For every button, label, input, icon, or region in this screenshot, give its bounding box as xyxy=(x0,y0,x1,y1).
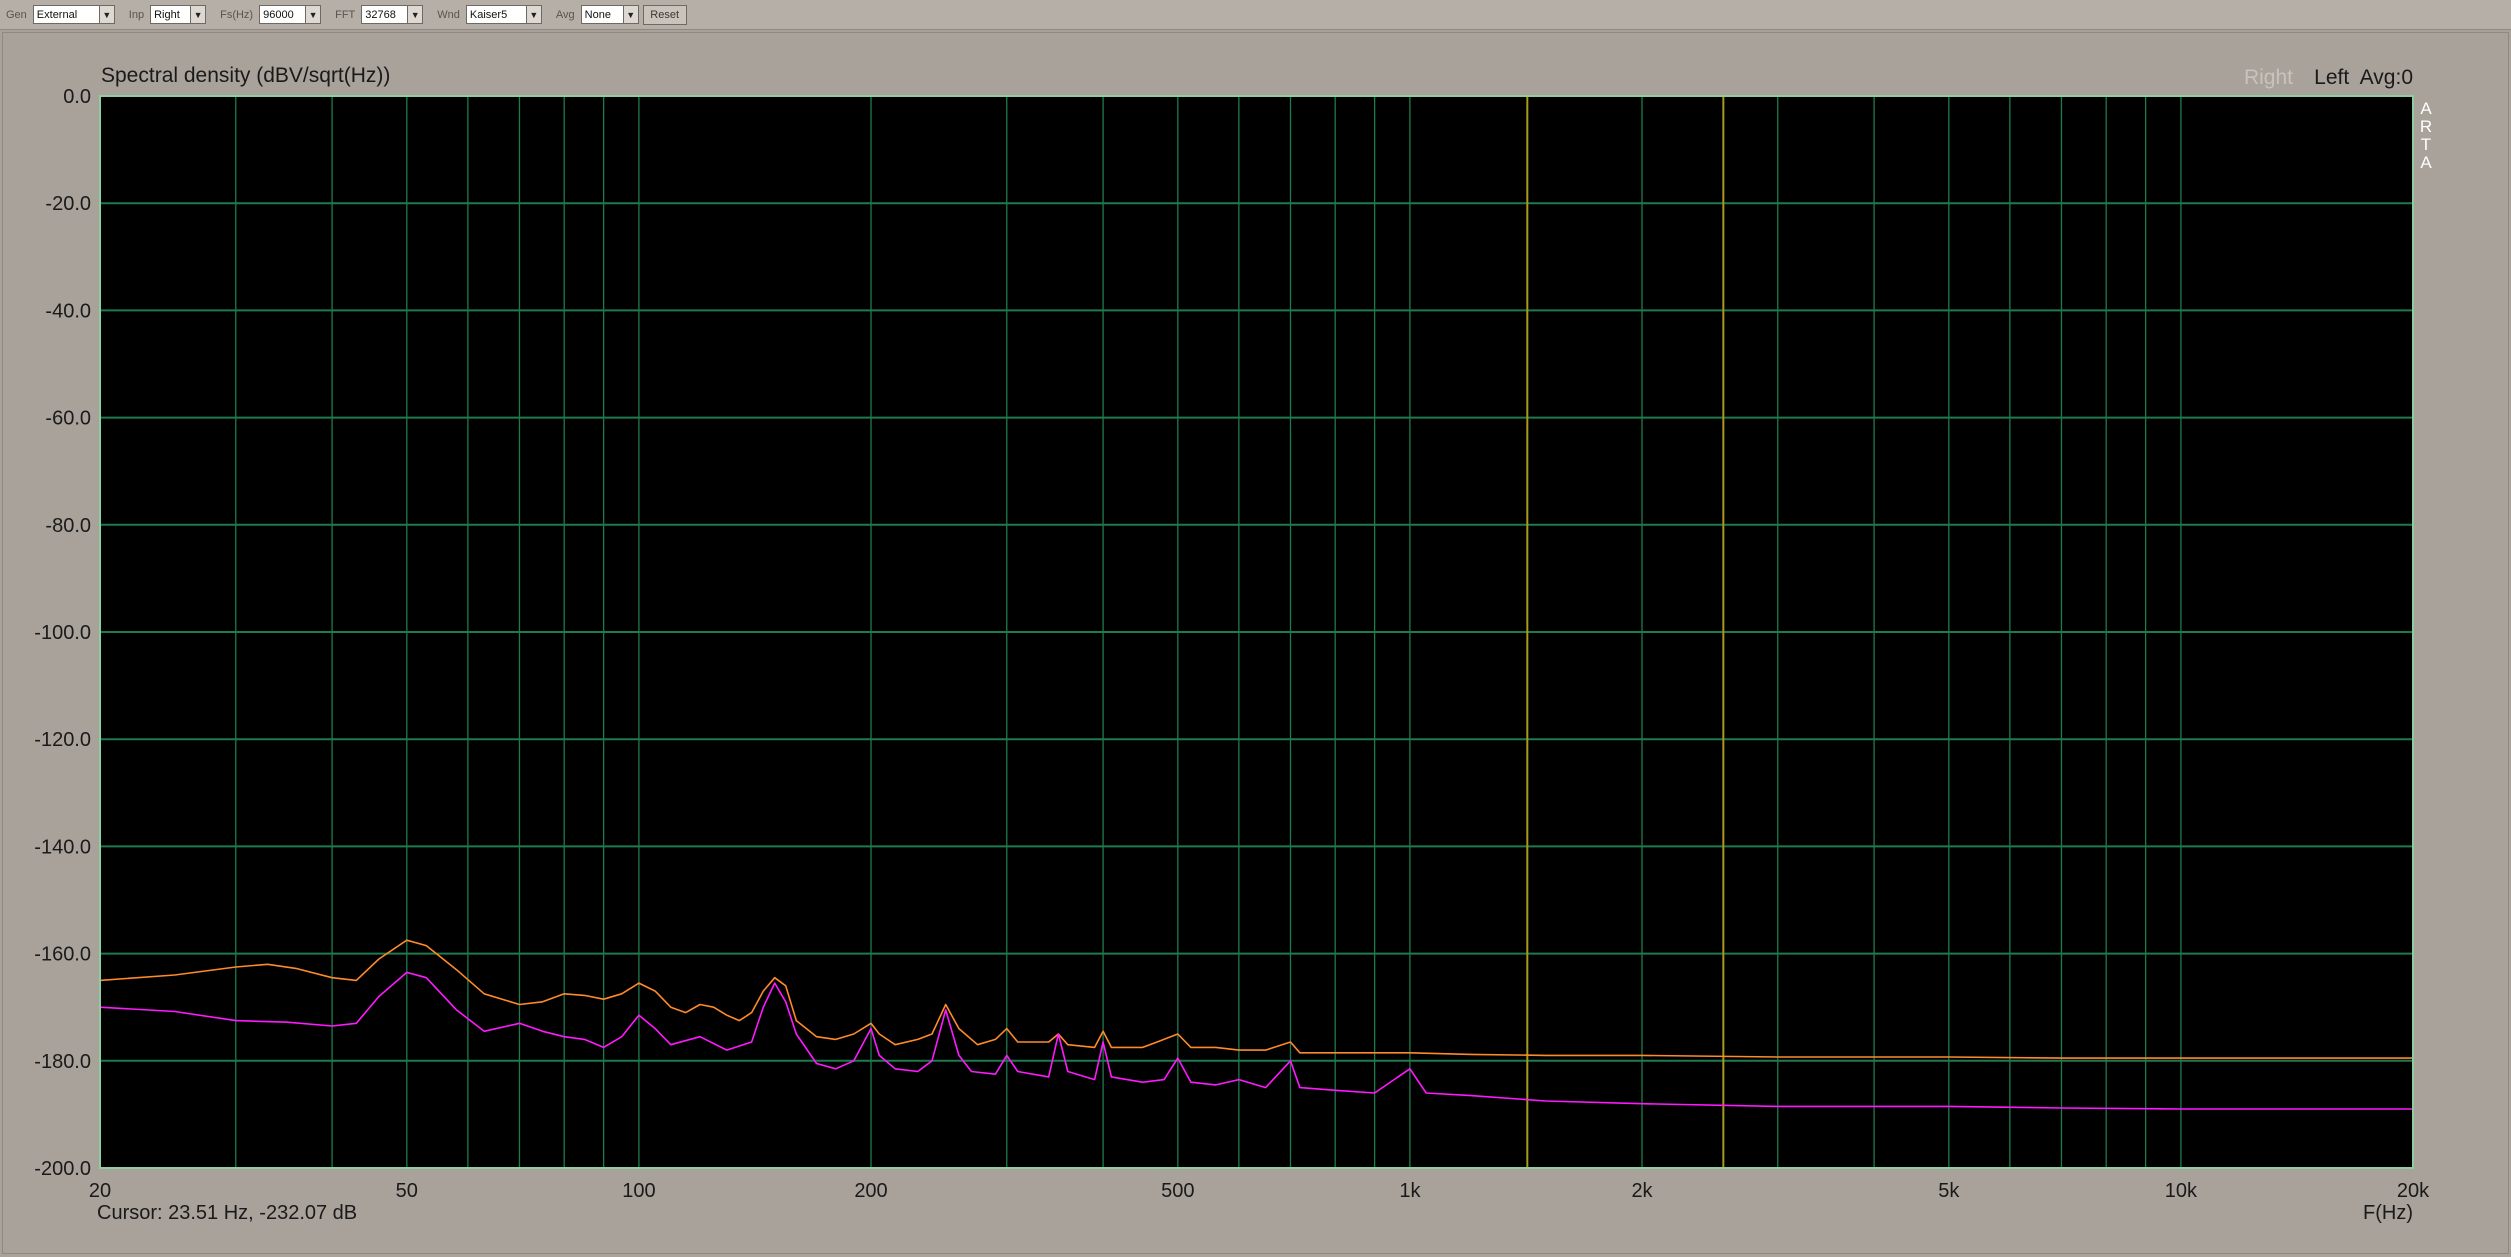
channel-info: Left Avg:0 xyxy=(2314,66,2413,89)
chart-title: Spectral density (dBV/sqrt(Hz)) xyxy=(101,64,390,87)
x-tick-label: 50 xyxy=(396,1180,418,1202)
x-tick-label: 20 xyxy=(89,1180,111,1202)
x-axis-label: F(Hz) xyxy=(2363,1202,2413,1224)
arta-letter: R xyxy=(2420,117,2432,136)
y-tick-label: -180.0 xyxy=(34,1051,91,1073)
x-tick-label: 1k xyxy=(1399,1180,1421,1202)
y-tick-label: -20.0 xyxy=(45,193,91,215)
x-tick-label: 100 xyxy=(622,1180,655,1202)
y-tick-label: 0.0 xyxy=(63,86,91,108)
x-tick-label: 20k xyxy=(2397,1180,2430,1202)
y-tick-label: -100.0 xyxy=(34,622,91,644)
y-tick-label: -80.0 xyxy=(45,515,91,537)
arta-watermark: ARTA xyxy=(2420,99,2432,172)
channel-ghost-label: Right xyxy=(2244,66,2293,89)
arta-letter: A xyxy=(2420,153,2432,172)
x-tick-label: 200 xyxy=(854,1180,887,1202)
x-tick-label: 10k xyxy=(2165,1180,2198,1202)
x-tick-label: 2k xyxy=(1631,1180,1653,1202)
x-tick-label: 5k xyxy=(1938,1180,1960,1202)
y-tick-label: -40.0 xyxy=(45,300,91,322)
arta-letter: A xyxy=(2420,99,2432,118)
y-tick-label: -60.0 xyxy=(45,408,91,430)
x-tick-label: 500 xyxy=(1161,1180,1194,1202)
y-tick-label: -120.0 xyxy=(34,729,91,751)
arta-letter: T xyxy=(2421,135,2431,154)
cursor-readout: Cursor: 23.51 Hz, -232.07 dB xyxy=(97,1202,357,1224)
spectrum-chart[interactable]: 0.0 -20.0 -40.0 -60.0 -80.0 -100.0 -120.0 -140.… xyxy=(0,0,2511,1257)
y-tick-label: -200.0 xyxy=(34,1158,91,1180)
y-tick-label: -140.0 xyxy=(34,836,91,858)
y-tick-label: -160.0 xyxy=(34,944,91,966)
